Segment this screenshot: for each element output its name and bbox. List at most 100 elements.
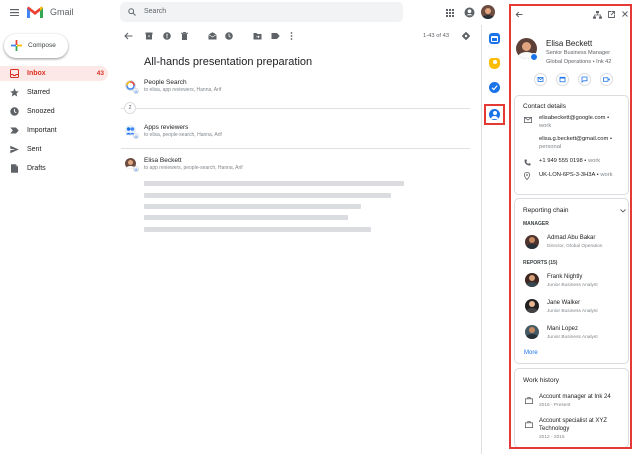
- job-title-cont: Technology: [539, 426, 570, 432]
- unread-count: 43: [96, 70, 104, 77]
- manager-role: Director, Global Operation: [547, 244, 603, 249]
- contact-side-panel: Elisa Beckett Senior Business Manager Gl…: [509, 4, 632, 449]
- important-icon: [10, 127, 19, 134]
- manager-avatar[interactable]: [525, 235, 539, 249]
- sidebar-item-inbox[interactable]: Inbox 43: [0, 66, 108, 81]
- mark-unread-icon[interactable]: [208, 32, 217, 40]
- desk-location[interactable]: UK-LON-6PS-3-3H3A • work: [539, 172, 613, 180]
- message-divider: [121, 148, 470, 149]
- sidebar-item-label: Inbox: [27, 70, 46, 77]
- email-action-button[interactable]: [534, 73, 547, 86]
- briefcase-icon: [525, 397, 533, 404]
- body-placeholder-line: [144, 215, 348, 220]
- tasks-icon[interactable]: [489, 82, 500, 93]
- phone-value: +1 949 555 0198 •: [539, 158, 587, 164]
- sidebar-item-drafts[interactable]: Drafts: [0, 161, 108, 176]
- body-placeholder-line: [144, 227, 371, 232]
- sidebar-item-sent[interactable]: Sent: [0, 142, 108, 157]
- sidebar-item-label: Starred: [27, 89, 50, 96]
- address-type: work: [600, 172, 613, 178]
- contact-location: Global Operations • Ink 42: [546, 59, 612, 65]
- work-email[interactable]: elisabeckett@google.com • work: [539, 115, 609, 130]
- sidebar-item-important[interactable]: Important: [0, 123, 108, 138]
- chevron-down-icon[interactable]: [620, 209, 626, 213]
- video-call-action-button[interactable]: [600, 73, 613, 86]
- compose-plus-icon: [11, 40, 22, 51]
- archive-icon[interactable]: [145, 32, 153, 40]
- close-icon[interactable]: [622, 11, 628, 17]
- message-sender[interactable]: Apps reviewers: [144, 124, 188, 131]
- email-address: elisa.g.beckett@gmail.com •: [539, 136, 612, 142]
- search-input[interactable]: Search: [144, 8, 166, 15]
- job-period: 2012 - 2016: [539, 435, 565, 440]
- sidebar-item-starred[interactable]: Starred: [0, 85, 108, 100]
- calendar-icon[interactable]: [489, 33, 500, 44]
- body-placeholder-line: [144, 204, 361, 209]
- panel-back-icon[interactable]: [515, 11, 523, 18]
- org-chart-icon[interactable]: [593, 11, 602, 19]
- sidebar-item-label: Important: [27, 127, 57, 134]
- snooze-icon[interactable]: [225, 32, 233, 40]
- settings-gear-icon[interactable]: [462, 32, 470, 40]
- reporting-chain-heading: Reporting chain: [523, 207, 569, 214]
- chat-action-button[interactable]: [578, 73, 591, 86]
- keep-icon[interactable]: [489, 58, 500, 69]
- video-call-icon: [603, 77, 610, 82]
- compose-button[interactable]: Compose: [4, 34, 68, 58]
- message-sender[interactable]: Elisa Beckett: [144, 157, 182, 164]
- email-address: elisabeckett@google.com •: [539, 115, 610, 121]
- report-name[interactable]: Jane Walker: [547, 300, 580, 306]
- job-title: Account specialist at XYZ: [539, 418, 608, 424]
- work-history-heading: Work history: [523, 377, 559, 384]
- mail-icon: [537, 77, 544, 82]
- message-recipients: to elisa, app reviewers, Hanna, Arif: [144, 87, 222, 93]
- phone-number[interactable]: +1 949 555 0198 • work: [539, 158, 600, 166]
- inbox-icon: [10, 69, 19, 78]
- address-value: UK-LON-6PS-3-3H3A •: [539, 172, 599, 178]
- search-icon[interactable]: [128, 8, 136, 16]
- manager-label: MANAGER: [523, 221, 549, 227]
- main-menu-icon[interactable]: [10, 9, 19, 16]
- email-icon: [524, 117, 532, 123]
- report-avatar[interactable]: [525, 325, 539, 339]
- collapsed-messages-count[interactable]: 2: [124, 102, 136, 114]
- back-arrow-icon[interactable]: [124, 32, 133, 40]
- rail-divider: [481, 25, 482, 454]
- message-sender[interactable]: People Search: [144, 79, 187, 86]
- open-new-window-icon[interactable]: [608, 11, 615, 18]
- more-reports-link[interactable]: More: [524, 350, 538, 356]
- move-to-icon[interactable]: [253, 32, 262, 40]
- google-badge-icon: G: [133, 133, 139, 139]
- collapsed-divider: [121, 108, 470, 109]
- page-info: 1-43 of 43: [423, 33, 450, 39]
- personal-email[interactable]: elisa.g.beckett@gmail.com • personal: [539, 136, 612, 151]
- google-badge-icon: G: [133, 88, 139, 94]
- manager-name[interactable]: Admad Abu Bakar: [547, 235, 595, 241]
- star-icon: [10, 88, 19, 97]
- report-name[interactable]: Frank Nightly: [547, 274, 582, 280]
- schedule-action-button[interactable]: [556, 73, 569, 86]
- gmail-logo-icon[interactable]: [26, 5, 44, 19]
- search-bar[interactable]: Search: [120, 2, 403, 22]
- contacts-icon: [489, 109, 500, 120]
- thread-subject: All-hands presentation preparation: [144, 56, 313, 68]
- contact-name: Elisa Beckett: [546, 39, 593, 48]
- apps-grid-icon[interactable]: [446, 9, 454, 17]
- sidebar-item-label: Sent: [27, 146, 42, 153]
- delete-icon[interactable]: [181, 32, 188, 40]
- job-title: Account manager at Ink 24: [539, 394, 611, 400]
- account-circle-icon[interactable]: [464, 7, 475, 18]
- body-placeholder-line: [144, 193, 391, 198]
- app-name: Gmail: [50, 7, 74, 17]
- report-avatar[interactable]: [525, 299, 539, 313]
- report-name[interactable]: Mani Lopez: [547, 326, 578, 332]
- report-avatar[interactable]: [525, 273, 539, 287]
- more-options-icon[interactable]: [290, 32, 293, 40]
- draft-icon: [11, 164, 18, 173]
- contacts-rail-button[interactable]: [484, 104, 505, 125]
- user-avatar[interactable]: [481, 5, 495, 19]
- report-spam-icon[interactable]: [163, 32, 171, 40]
- label-icon[interactable]: [271, 32, 280, 40]
- message-recipients: to app reviewers, people-search, Hanna, …: [144, 165, 243, 171]
- sidebar-item-snoozed[interactable]: Snoozed: [0, 104, 108, 119]
